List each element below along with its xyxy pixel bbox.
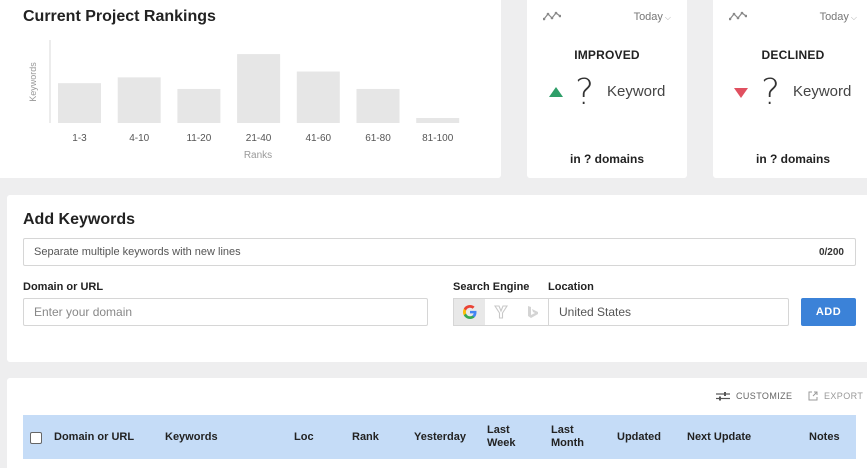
domain-input[interactable] (23, 298, 428, 326)
period-dropdown[interactable]: Today ⌵ (820, 11, 857, 23)
bar-61-80 (356, 88, 400, 123)
col-domain[interactable]: Domain or URL (54, 431, 134, 444)
y-axis-label: Keywords (28, 62, 38, 102)
period-label: Today (819, 11, 849, 23)
rankings-card: Current Project Rankings Keywords 1-3 4-10… (0, 0, 501, 178)
add-keywords-card: Add Keywords 0/200 Domain or URL Search … (7, 195, 867, 362)
bar-1-3 (58, 83, 101, 123)
sliders-icon (716, 392, 730, 401)
tick-label-41-60: 41-60 (306, 133, 332, 144)
customize-label: CUSTOMIZE (736, 391, 793, 401)
search-engine-selector (453, 298, 548, 326)
declined-label: DECLINED (761, 48, 825, 62)
keyword-counter: 0/200 (818, 247, 844, 258)
bing-engine-button[interactable] (516, 299, 547, 325)
col-last-week[interactable]: Last Week (487, 424, 516, 450)
tick-label-21-40: 21-40 (246, 133, 272, 144)
table-header: Domain or URL Keywords Loc Rank Yesterda… (23, 415, 856, 459)
declined-card: Today ⌵ DECLINED ? Keyword in ? domains (713, 0, 867, 178)
tick-label-1-3: 1-3 (72, 133, 87, 144)
trend-icon (543, 11, 561, 21)
yahoo-icon (493, 305, 508, 319)
keyword-label: Keyword (793, 83, 852, 100)
col-rank[interactable]: Rank (352, 431, 379, 444)
location-input[interactable] (548, 298, 789, 326)
bar-41-60 (296, 71, 340, 123)
rankings-chart: Keywords 1-3 4-10 11-20 21-40 41-60 61-80 81-10… (28, 40, 460, 161)
bing-icon (527, 306, 538, 318)
col-yesterday[interactable]: Yesterday (414, 431, 466, 444)
bar-11-20 (177, 88, 221, 123)
bar-81-100 (416, 118, 460, 123)
chevron-down-icon: ⌵ (664, 13, 671, 22)
google-engine-button[interactable] (454, 299, 485, 325)
col-loc[interactable]: Loc (294, 431, 314, 444)
period-dropdown[interactable]: Today ⌵ (634, 11, 671, 23)
declined-domains: in ? domains (755, 152, 830, 166)
tick-label-4-10: 4-10 (129, 133, 149, 144)
declined-count: ? (761, 72, 781, 113)
yahoo-engine-button[interactable] (485, 299, 516, 325)
col-next-update[interactable]: Next Update (687, 431, 751, 444)
keywords-input[interactable] (34, 239, 734, 265)
keywords-field[interactable]: 0/200 (23, 238, 856, 266)
col-keywords[interactable]: Keywords (165, 431, 218, 444)
keyword-label: Keyword (607, 83, 666, 100)
trend-icon (729, 11, 747, 21)
export-icon (808, 391, 818, 401)
improved-count: ? (575, 72, 595, 113)
col-updated[interactable]: Updated (617, 431, 661, 444)
x-axis-label: Ranks (244, 150, 272, 161)
location-label: Location (548, 281, 594, 293)
keywords-table-card: CUSTOMIZE EXPORT Domain or URL Keywords … (7, 378, 867, 468)
domain-label: Domain or URL (23, 281, 104, 293)
col-last-month[interactable]: Last Month (551, 424, 584, 450)
improved-domains: in ? domains (569, 152, 644, 166)
arrow-up-icon (549, 87, 563, 97)
search-engine-label: Search Engine (453, 281, 530, 293)
export-button[interactable]: EXPORT (808, 391, 863, 401)
select-all-checkbox[interactable] (30, 432, 42, 444)
tick-label-11-20: 11-20 (186, 133, 211, 144)
bar-21-40 (237, 54, 281, 123)
google-icon (462, 305, 476, 319)
tick-label-61-80: 61-80 (365, 133, 391, 144)
arrow-down-icon (734, 88, 748, 98)
customize-button[interactable]: CUSTOMIZE (716, 391, 792, 401)
bar-4-10 (117, 77, 161, 123)
add-button[interactable]: ADD (801, 298, 856, 326)
period-label: Today (633, 11, 663, 23)
col-notes[interactable]: Notes (809, 431, 840, 444)
tick-label-81-100: 81-100 (422, 133, 454, 144)
chevron-down-icon: ⌵ (850, 13, 857, 22)
improved-label: IMPROVED (574, 48, 640, 62)
add-keywords-title: Add Keywords (23, 211, 136, 228)
export-label: EXPORT (824, 391, 864, 401)
improved-card: Today ⌵ IMPROVED ? Keyword in ? domains (527, 0, 687, 178)
